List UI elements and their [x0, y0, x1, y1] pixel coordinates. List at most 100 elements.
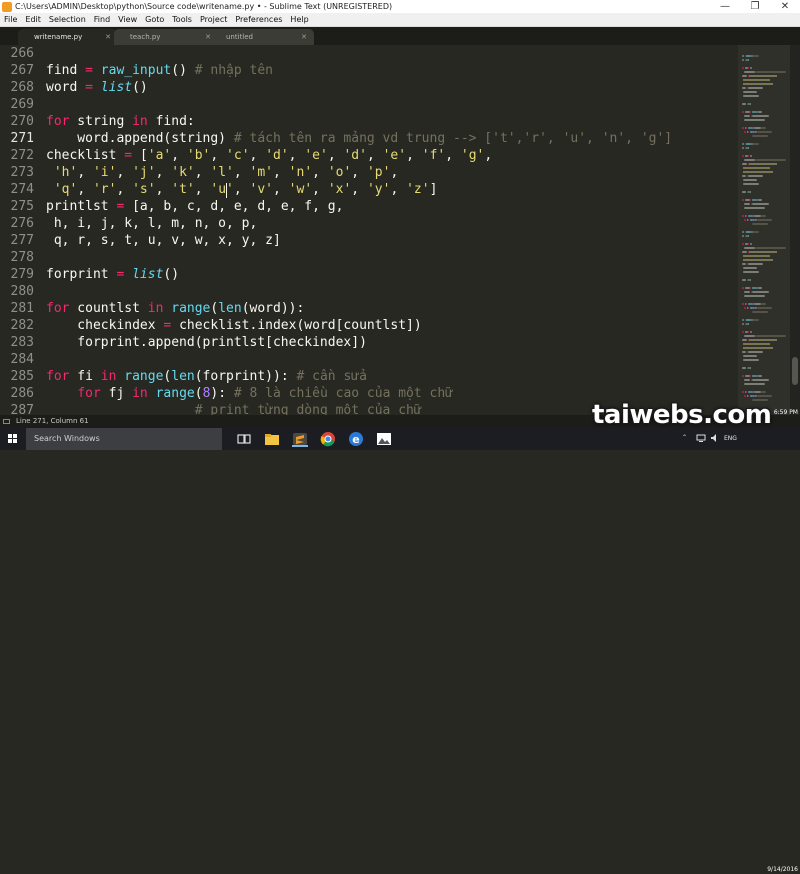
tab-untitled[interactable]: untitled ✕: [210, 29, 314, 45]
file-explorer-icon[interactable]: [264, 431, 280, 447]
minimap-line: [769, 255, 770, 257]
code-token: 'b': [186, 148, 211, 163]
minimap-line: [746, 303, 747, 305]
code-line: checklist = ['a', 'b', 'c', 'd', 'e', 'd…: [46, 147, 492, 164]
minimap[interactable]: [738, 45, 790, 415]
menu-tools[interactable]: Tools: [168, 13, 196, 26]
code-token: ,: [484, 148, 493, 163]
code-line: # print từng dòng một của chữ: [46, 402, 422, 415]
code-token: 'd': [265, 148, 289, 163]
minimap-line: [743, 359, 759, 361]
menu-view[interactable]: View: [114, 13, 141, 26]
minimap-line: [758, 199, 762, 201]
code-token: len: [171, 369, 195, 384]
code-token: list: [100, 80, 133, 95]
vertical-scrollbar[interactable]: [790, 45, 800, 415]
minimap-line: [742, 367, 746, 369]
code-token: ,: [171, 148, 187, 163]
minimap-line: [743, 355, 757, 357]
tray-date[interactable]: 9/14/2016: [752, 865, 798, 874]
menu-preferences[interactable]: Preferences: [231, 13, 286, 26]
chrome-icon[interactable]: [320, 431, 336, 447]
browser-e-icon[interactable]: e: [348, 431, 364, 447]
code-token: for: [77, 386, 101, 401]
code-token: fi: [69, 369, 101, 384]
tray-expand-icon[interactable]: ⌃: [682, 434, 687, 456]
line-number: 282: [10, 318, 34, 333]
code-token: ,: [116, 165, 133, 180]
code-line: word = list(): [46, 79, 148, 96]
network-icon[interactable]: [696, 433, 706, 455]
menu-edit[interactable]: Edit: [21, 13, 45, 26]
taskbar-search-input[interactable]: Search Windows: [26, 428, 222, 450]
close-button[interactable]: ✕: [770, 0, 800, 13]
panel-toggle-icon[interactable]: [3, 419, 10, 424]
minimap-line: [752, 203, 769, 205]
code-token: 'j': [132, 165, 156, 180]
code-line: q, r, s, t, u, v, w, x, y, z]: [46, 232, 281, 249]
close-icon[interactable]: ✕: [301, 29, 307, 45]
tab-writename[interactable]: writename.py ✕: [18, 29, 118, 45]
minimap-line: [753, 143, 759, 145]
code-token: h, i, j, k, l, m, n, o, p,: [46, 216, 258, 231]
minimap-line: [746, 127, 747, 129]
code-token: 'h': [53, 165, 78, 180]
scrollbar-thumb[interactable]: [792, 357, 798, 385]
code-token: string: [69, 114, 133, 129]
tab-teach[interactable]: teach.py ✕: [114, 29, 218, 45]
start-button[interactable]: [0, 428, 26, 450]
code-token: ,: [312, 165, 328, 180]
sublime-taskbar-icon[interactable]: [292, 431, 308, 447]
code-token: =: [77, 63, 101, 78]
close-icon[interactable]: ✕: [105, 29, 111, 45]
maximize-button[interactable]: ❐: [740, 0, 770, 13]
task-view-icon[interactable]: [236, 431, 252, 447]
minimap-line: [744, 115, 750, 117]
code-token: (): [171, 63, 195, 78]
code-token: 't': [171, 182, 195, 197]
line-number: 286: [10, 386, 34, 401]
code-token: 'd': [343, 148, 367, 163]
minimap-line: [742, 351, 746, 353]
menu-file[interactable]: File: [0, 13, 21, 26]
code-token: 'w': [288, 182, 313, 197]
menu-goto[interactable]: Goto: [141, 13, 168, 26]
minimap-line: [752, 223, 768, 225]
tab-label: untitled: [226, 33, 254, 41]
minimap-line: [752, 135, 768, 137]
code-token: (: [194, 386, 203, 401]
code-token: [a, b, c, d, e, d, e, f, g,: [132, 199, 344, 214]
cursor-position: Line 271, Column 61: [16, 417, 89, 425]
image-viewer-icon[interactable]: [376, 431, 392, 447]
menu-project[interactable]: Project: [196, 13, 231, 26]
tray-clock-overlay: 6:59 PM: [758, 408, 798, 417]
minimap-line: [742, 319, 744, 321]
minimap-line: [772, 347, 773, 349]
volume-icon[interactable]: [710, 433, 720, 455]
minimap-line: [742, 391, 744, 393]
minimap-line: [744, 379, 750, 381]
minimap-line: [743, 271, 759, 273]
minimap-line: [744, 207, 765, 209]
code-line: forprint.append(printlst[checkindex]): [46, 334, 367, 351]
minimap-line: [744, 247, 755, 249]
code-token: 'k': [171, 165, 195, 180]
minimap-line: [744, 203, 750, 205]
menu-help[interactable]: Help: [286, 13, 312, 26]
code-token: # print từng dòng một của chữ: [194, 403, 422, 415]
code-editor[interactable]: find = raw_input() # nhập tên word = list…: [46, 45, 736, 415]
language-indicator[interactable]: ENG: [724, 435, 737, 457]
code-token: ,: [233, 165, 250, 180]
code-token: countlst: [69, 301, 148, 316]
menu-selection[interactable]: Selection: [45, 13, 90, 26]
minimize-button[interactable]: —: [710, 0, 740, 13]
code-token: 'm': [249, 165, 274, 180]
menu-find[interactable]: Find: [90, 13, 114, 26]
watermark-logo: taiwebs.com: [592, 400, 772, 430]
code-token: word.append(string): [46, 131, 234, 146]
code-token: ,: [210, 148, 227, 163]
minimap-line: [744, 383, 765, 385]
code-token: len: [218, 301, 242, 316]
code-line: checkindex = checklist.index(word[countl…: [46, 317, 421, 334]
